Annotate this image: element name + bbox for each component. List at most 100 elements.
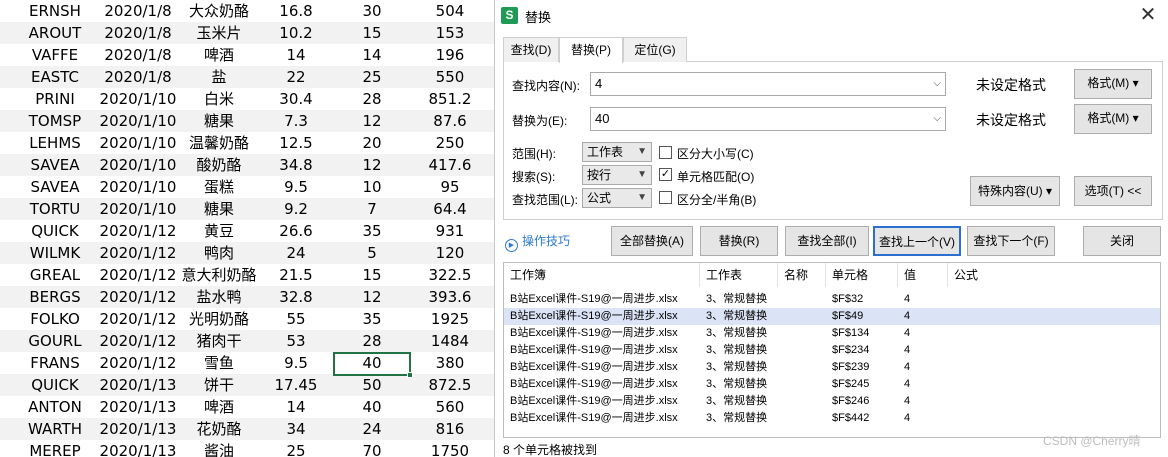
fill-handle[interactable] (407, 372, 413, 378)
replace-button[interactable]: 替换(R) (700, 226, 778, 256)
price-cell[interactable]: 14 (264, 44, 328, 66)
sheet-row[interactable]: LEHMS 2020/1/10 温馨奶酪 12.5 20 250 (0, 132, 500, 154)
product-cell[interactable]: 玉米片 (176, 22, 262, 44)
scope-select[interactable]: 工作表 ▼ (582, 142, 652, 162)
amount-cell[interactable]: 851.2 (410, 88, 490, 110)
sheet-row[interactable]: VAFFE 2020/1/8 啤酒 14 14 196 (0, 44, 500, 66)
price-cell[interactable]: 9.5 (264, 352, 328, 374)
amount-cell[interactable]: 1484 (410, 330, 490, 352)
customer-cell[interactable]: ANTON (18, 396, 92, 418)
quantity-cell[interactable]: 24 (334, 418, 410, 440)
sheet-row[interactable]: WILMK 2020/1/12 鸭肉 24 5 120 (0, 242, 500, 264)
special-content-button[interactable]: 特殊内容(U) ▾ (970, 176, 1060, 206)
product-cell[interactable]: 鸭肉 (176, 242, 262, 264)
quantity-cell[interactable]: 15 (334, 22, 410, 44)
quantity-cell[interactable]: 25 (334, 66, 410, 88)
amount-cell[interactable]: 250 (410, 132, 490, 154)
price-cell[interactable]: 32.8 (264, 286, 328, 308)
quantity-cell[interactable]: 50 (334, 374, 410, 396)
selected-cell[interactable] (333, 352, 411, 376)
result-row[interactable]: B站Excel课件-S19@一周进步.xlsx 3、常规替换 $F$239 4 (504, 359, 1160, 376)
price-cell[interactable]: 30.4 (264, 88, 328, 110)
date-cell[interactable]: 2020/1/12 (94, 352, 182, 374)
date-cell[interactable]: 2020/1/10 (94, 88, 182, 110)
amount-cell[interactable]: 153 (410, 22, 490, 44)
date-cell[interactable]: 2020/1/12 (94, 264, 182, 286)
customer-cell[interactable]: FOLKO (18, 308, 92, 330)
product-cell[interactable]: 糖果 (176, 198, 262, 220)
chevron-down-icon[interactable]: ⌵ (933, 73, 941, 95)
amount-cell[interactable]: 95 (410, 176, 490, 198)
quantity-cell[interactable]: 70 (334, 440, 410, 457)
quantity-cell[interactable]: 35 (334, 308, 410, 330)
find-input[interactable]: 4 ⌵ (590, 72, 946, 96)
price-cell[interactable]: 9.2 (264, 198, 328, 220)
date-cell[interactable]: 2020/1/12 (94, 286, 182, 308)
close-button[interactable]: 关闭 (1083, 226, 1161, 256)
date-cell[interactable]: 2020/1/13 (94, 396, 182, 418)
sheet-row[interactable]: TORTU 2020/1/10 糖果 9.2 7 64.4 (0, 198, 500, 220)
amount-cell[interactable]: 322.5 (410, 264, 490, 286)
amount-cell[interactable]: 64.4 (410, 198, 490, 220)
product-cell[interactable]: 酸奶酪 (176, 154, 262, 176)
replace-input[interactable]: 40 ⌵ (590, 107, 946, 131)
chevron-down-icon[interactable]: ⌵ (933, 108, 941, 130)
product-cell[interactable]: 温馨奶酪 (176, 132, 262, 154)
date-cell[interactable]: 2020/1/10 (94, 198, 182, 220)
amount-cell[interactable]: 560 (410, 396, 490, 418)
amount-cell[interactable]: 380 (410, 352, 490, 374)
customer-cell[interactable]: PRINI (18, 88, 92, 110)
product-cell[interactable]: 啤酒 (176, 44, 262, 66)
customer-cell[interactable]: WARTH (18, 418, 92, 440)
results-header-sheet[interactable]: 工作表 (700, 263, 778, 287)
sheet-row[interactable]: WARTH 2020/1/13 花奶酪 34 24 816 (0, 418, 500, 440)
result-row[interactable]: B站Excel课件-S19@一周进步.xlsx 3、常规替换 $F$134 4 (504, 325, 1160, 342)
search-select[interactable]: 按行 ▼ (582, 165, 652, 185)
date-cell[interactable]: 2020/1/12 (94, 220, 182, 242)
results-header-value[interactable]: 值 (898, 263, 948, 287)
date-cell[interactable]: 2020/1/8 (94, 22, 182, 44)
sheet-row[interactable]: AROUT 2020/1/8 玉米片 10.2 15 153 (0, 22, 500, 44)
date-cell[interactable]: 2020/1/8 (94, 44, 182, 66)
dialog-titlebar[interactable]: S 替换 ✕ (495, 0, 1168, 32)
customer-cell[interactable]: BERGS (18, 286, 92, 308)
amount-cell[interactable]: 872.5 (410, 374, 490, 396)
product-cell[interactable]: 酱油 (176, 440, 262, 457)
product-cell[interactable]: 雪鱼 (176, 352, 262, 374)
price-cell[interactable]: 34 (264, 418, 328, 440)
customer-cell[interactable]: EASTC (18, 66, 92, 88)
find-all-button[interactable]: 查找全部(I) (785, 226, 869, 256)
customer-cell[interactable]: TORTU (18, 198, 92, 220)
sheet-row[interactable]: TOMSP 2020/1/10 糖果 7.3 12 87.6 (0, 110, 500, 132)
product-cell[interactable]: 啤酒 (176, 396, 262, 418)
customer-cell[interactable]: QUICK (18, 220, 92, 242)
find-format-button[interactable]: 格式(M) ▾ (1074, 69, 1152, 99)
customer-cell[interactable]: TOMSP (18, 110, 92, 132)
customer-cell[interactable]: GOURL (18, 330, 92, 352)
date-cell[interactable]: 2020/1/10 (94, 176, 182, 198)
date-cell[interactable]: 2020/1/12 (94, 308, 182, 330)
result-row[interactable]: B站Excel课件-S19@一周进步.xlsx 3、常规替换 $F$245 4 (504, 376, 1160, 393)
customer-cell[interactable]: GREAL (18, 264, 92, 286)
quantity-cell[interactable]: 30 (334, 0, 410, 22)
product-cell[interactable]: 白米 (176, 88, 262, 110)
result-row[interactable]: B站Excel课件-S19@一周进步.xlsx 3、常规替换 $F$32 4 (504, 291, 1160, 308)
amount-cell[interactable]: 1925 (410, 308, 490, 330)
customer-cell[interactable]: AROUT (18, 22, 92, 44)
results-header-formula[interactable]: 公式 (948, 263, 1160, 287)
find-next-button[interactable]: 查找下一个(F) (967, 226, 1055, 256)
price-cell[interactable]: 25 (264, 440, 328, 457)
product-cell[interactable]: 猪肉干 (176, 330, 262, 352)
date-cell[interactable]: 2020/1/12 (94, 330, 182, 352)
tips-link[interactable]: ▶ 操作技巧 (505, 232, 570, 252)
amount-cell[interactable]: 393.6 (410, 286, 490, 308)
date-cell[interactable]: 2020/1/13 (94, 374, 182, 396)
price-cell[interactable]: 10.2 (264, 22, 328, 44)
lookin-select[interactable]: 公式 ▼ (582, 188, 652, 208)
amount-cell[interactable]: 504 (410, 0, 490, 22)
price-cell[interactable]: 14 (264, 396, 328, 418)
quantity-cell[interactable]: 10 (334, 176, 410, 198)
quantity-cell[interactable]: 20 (334, 132, 410, 154)
product-cell[interactable]: 黄豆 (176, 220, 262, 242)
amount-cell[interactable]: 87.6 (410, 110, 490, 132)
